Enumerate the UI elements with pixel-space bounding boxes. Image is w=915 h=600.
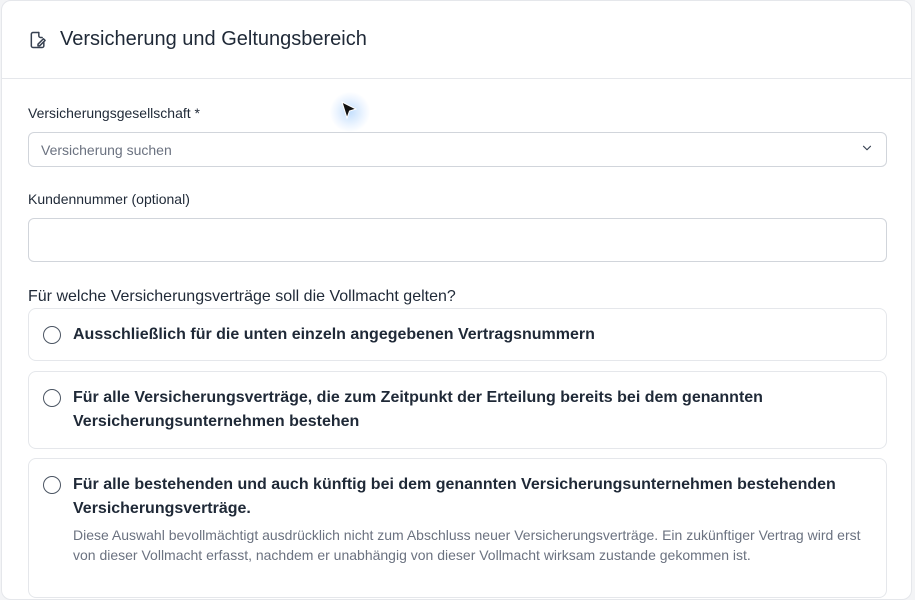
scope-option-specific-contracts[interactable]: Ausschließlich für die unten einzeln ang… <box>28 308 887 361</box>
insurance-scope-card: Versicherung und Geltungsbereich Versich… <box>1 0 912 600</box>
scope-option-label: Für alle bestehenden und auch künftig be… <box>73 476 836 517</box>
radio-button[interactable] <box>43 476 61 494</box>
scope-question: Für welche Versicherungsverträge soll di… <box>28 288 456 305</box>
scope-option-all-contracts[interactable]: Für alle bestehenden und auch künftig be… <box>28 458 887 598</box>
insurer-select-placeholder: Versicherung suchen <box>41 141 172 158</box>
edit-document-icon <box>28 30 48 50</box>
mouse-cursor <box>330 92 370 132</box>
card-header: Versicherung und Geltungsbereich <box>2 1 911 79</box>
insurer-select[interactable]: Versicherung suchen <box>28 132 887 167</box>
scope-option-description: Diese Auswahl bevollmächtigt ausdrücklic… <box>73 527 861 563</box>
insurer-label: Versicherungsgesellschaft * <box>28 105 200 121</box>
customer-number-input[interactable] <box>28 218 887 262</box>
scope-option-label: Für alle Versicherungsverträge, die zum … <box>73 389 763 430</box>
radio-button[interactable] <box>43 389 61 407</box>
scope-option-existing-contracts[interactable]: Für alle Versicherungsverträge, die zum … <box>28 371 887 449</box>
chevron-down-icon <box>860 141 874 158</box>
radio-button[interactable] <box>43 326 61 344</box>
customer-number-label: Kundennummer (optional) <box>28 191 190 207</box>
card-title: Versicherung und Geltungsbereich <box>60 28 367 50</box>
scope-option-label: Ausschließlich für die unten einzeln ang… <box>73 326 595 343</box>
cursor-arrow-icon <box>341 101 358 120</box>
